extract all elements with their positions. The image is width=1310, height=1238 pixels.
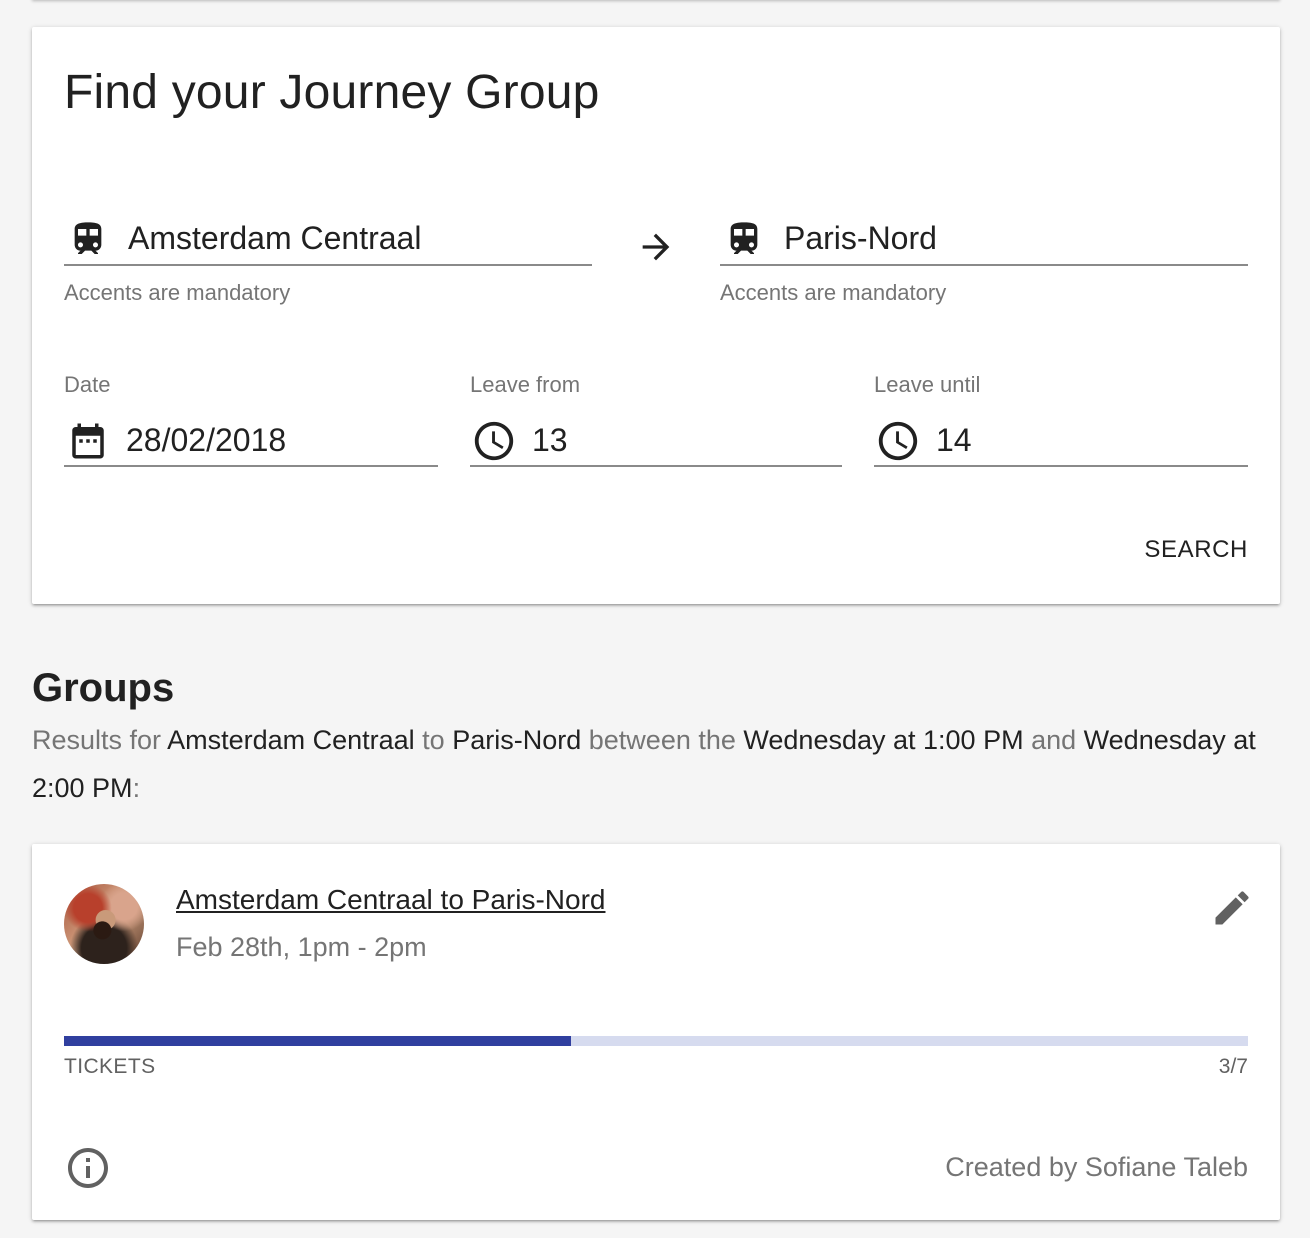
info-icon[interactable] [64, 1144, 112, 1192]
search-button[interactable]: SEARCH [1144, 536, 1248, 564]
results-between-word: between the [588, 725, 736, 755]
from-station-input[interactable]: Amsterdam Centraal [64, 213, 592, 266]
date-label: Date [64, 372, 111, 397]
page-title: Find your Journey Group [64, 66, 600, 119]
results-from: Amsterdam Centraal [167, 725, 415, 755]
groups-heading: Groups [32, 666, 175, 710]
leave-from-label: Leave from [470, 372, 581, 397]
calendar-icon [64, 417, 112, 465]
avatar [64, 884, 144, 964]
group-date-range: Feb 28th, 1pm - 2pm [176, 932, 427, 962]
leave-until-field[interactable]: Leave until 14 [874, 372, 1248, 467]
leave-until-label: Leave until [874, 372, 981, 397]
results-start: Wednesday at 1:00 PM [743, 725, 1024, 755]
group-title-link[interactable]: Amsterdam Centraal to Paris-Nord [176, 884, 605, 916]
date-input[interactable]: 28/02/2018 [64, 416, 438, 467]
leave-until-value: 14 [936, 422, 972, 458]
to-station-field[interactable]: Paris-Nord Accents are mandatory [720, 213, 1248, 306]
results-suffix: : [132, 773, 141, 803]
results-to-word: to [422, 725, 445, 755]
leave-until-input[interactable]: 14 [874, 416, 1248, 467]
clock-icon [470, 417, 518, 465]
leave-from-field[interactable]: Leave from 13 [470, 372, 842, 467]
results-prefix: Results for [32, 725, 162, 755]
results-to: Paris-Nord [452, 725, 582, 755]
tickets-label: TICKETS [64, 1055, 156, 1078]
date-value: 28/02/2018 [126, 422, 287, 458]
arrow-right-icon [636, 227, 676, 267]
clock-icon [874, 417, 922, 465]
tickets-progress-fill [64, 1036, 572, 1046]
search-card: Find your Journey Group Amsterdam Centra… [32, 27, 1280, 604]
created-by-text: Created by Sofiane Taleb [945, 1152, 1248, 1182]
train-icon [64, 215, 112, 263]
tickets-count: 3/7 [1218, 1055, 1248, 1078]
results-summary: Results for Amsterdam Centraal to Paris-… [32, 716, 1272, 812]
leave-from-value: 13 [532, 422, 568, 458]
to-station-value: Paris-Nord [784, 220, 937, 256]
tickets-progress-bar [64, 1036, 1248, 1046]
to-station-helper: Accents are mandatory [720, 280, 947, 305]
date-field[interactable]: Date 28/02/2018 [64, 372, 438, 467]
pencil-icon[interactable] [1210, 886, 1254, 930]
train-icon [720, 215, 768, 263]
leave-from-input[interactable]: 13 [470, 416, 842, 467]
results-and-word: and [1031, 725, 1077, 755]
from-station-field[interactable]: Amsterdam Centraal Accents are mandatory [64, 213, 592, 306]
from-station-helper: Accents are mandatory [64, 280, 291, 305]
group-card: Amsterdam Centraal to Paris-Nord Feb 28t… [32, 844, 1280, 1220]
from-station-value: Amsterdam Centraal [128, 220, 422, 256]
to-station-input[interactable]: Paris-Nord [720, 213, 1248, 266]
